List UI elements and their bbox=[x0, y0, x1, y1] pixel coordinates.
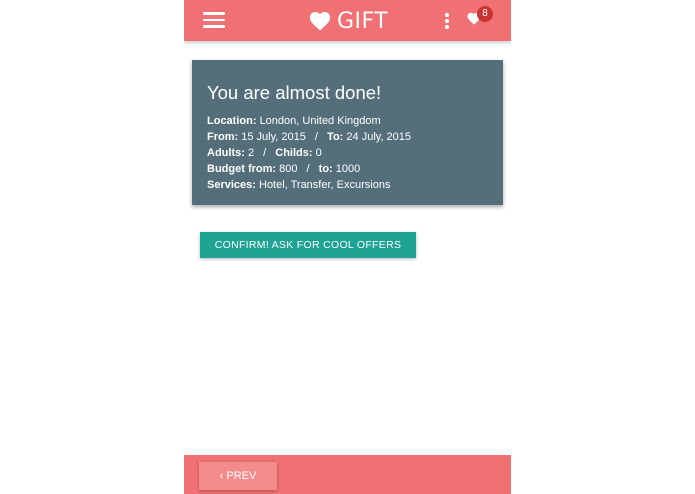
vertical-dots-icon bbox=[445, 25, 449, 29]
heart-icon bbox=[309, 12, 331, 31]
menu-button[interactable] bbox=[203, 12, 225, 28]
from-value: 15 July, 2015 bbox=[241, 131, 306, 143]
prev-button[interactable]: ‹ PREV bbox=[199, 462, 277, 490]
location-value: London, United Kingdom bbox=[259, 115, 381, 127]
childs-value: 0 bbox=[315, 147, 322, 159]
prev-label: PREV bbox=[226, 470, 257, 482]
budget-from-value: 800 bbox=[279, 163, 298, 175]
chevron-left-icon: ‹ bbox=[219, 470, 224, 482]
guests-row: Adults: 2 / Childs: 0 bbox=[207, 145, 488, 161]
location-label: Location: bbox=[207, 115, 257, 127]
booking-summary-card: You are almost done! Location: London, U… bbox=[192, 60, 503, 205]
summary-title: You are almost done! bbox=[207, 82, 382, 103]
separator: / bbox=[306, 163, 310, 175]
to-label: To: bbox=[327, 131, 344, 143]
services-label: Services: bbox=[207, 179, 256, 191]
adults-label: Adults: bbox=[207, 147, 245, 159]
separator: / bbox=[314, 131, 318, 143]
services-row: Services: Hotel, Transfer, Excursions bbox=[207, 177, 488, 193]
top-app-bar: GIFT 8 bbox=[184, 0, 511, 41]
more-options-button[interactable] bbox=[443, 12, 451, 30]
location-row: Location: London, United Kingdom bbox=[207, 113, 488, 129]
hamburger-icon bbox=[203, 12, 225, 15]
separator: / bbox=[263, 147, 267, 159]
childs-label: Childs: bbox=[275, 147, 313, 159]
services-value: Hotel, Transfer, Excursions bbox=[259, 179, 391, 191]
adults-value: 2 bbox=[247, 147, 255, 159]
app-screen: GIFT 8 You are almost done! Location: Lo… bbox=[184, 0, 511, 494]
bottom-navigation-bar: ‹ PREV bbox=[184, 455, 511, 494]
dates-row: From: 15 July, 2015 / To: 24 July, 2015 bbox=[207, 129, 488, 145]
hamburger-icon bbox=[203, 18, 225, 21]
budget-to-label: to: bbox=[318, 163, 333, 175]
to-value: 24 July, 2015 bbox=[346, 131, 412, 143]
confirm-button[interactable]: CONFIRM! ASK FOR COOL OFFERS bbox=[200, 232, 416, 258]
vertical-dots-icon bbox=[445, 13, 449, 17]
brand-name: GIFT bbox=[337, 8, 389, 34]
from-label: From: bbox=[207, 131, 239, 143]
hamburger-icon bbox=[203, 25, 225, 28]
budget-to-value: 1000 bbox=[335, 163, 361, 175]
budget-from-label: Budget from: bbox=[207, 163, 277, 175]
brand-logo[interactable]: GIFT bbox=[309, 6, 388, 36]
vertical-dots-icon bbox=[445, 19, 449, 23]
budget-row: Budget from: 800 / to: 1000 bbox=[207, 161, 488, 177]
favorites-count-badge: 8 bbox=[477, 6, 493, 22]
